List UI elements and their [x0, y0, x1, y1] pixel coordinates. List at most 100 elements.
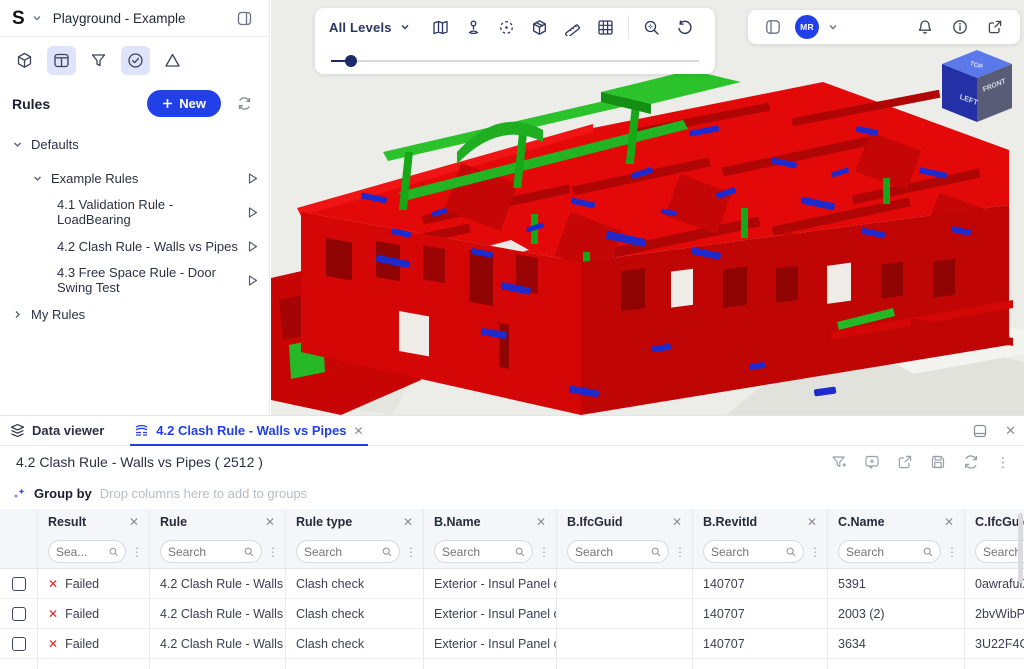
result-title-row: 4.2 Clash Rule - Walls vs Pipes ( 2512 )	[0, 446, 1024, 478]
search-b-ifcguid-input[interactable]	[575, 545, 647, 559]
run-rule-icon[interactable]	[246, 274, 259, 287]
column-menu-icon[interactable]: ⋮	[131, 546, 143, 558]
column-menu-icon[interactable]: ⋮	[405, 546, 417, 558]
select-all-cell	[0, 509, 38, 535]
column-menu-icon[interactable]: ⋮	[538, 546, 550, 558]
run-rule-icon[interactable]	[246, 206, 259, 219]
filter-icon[interactable]	[84, 46, 113, 75]
tree-item-defaults[interactable]: Defaults	[0, 127, 269, 161]
orbit-icon[interactable]	[457, 12, 490, 42]
sidebar-collapse-icon[interactable]	[231, 5, 257, 31]
refresh-results-icon[interactable]	[963, 454, 979, 470]
table-row[interactable]: ✕Failed 4.2 Clash Rule - Walls vs... Cla…	[0, 599, 1024, 629]
panel-toggle-icon[interactable]	[760, 14, 786, 40]
app-logo[interactable]: S	[12, 9, 25, 28]
model-cube-icon[interactable]	[10, 46, 39, 75]
col-result[interactable]: Result✕	[38, 509, 150, 535]
tree-item-example-rules[interactable]: Example Rules	[0, 161, 269, 195]
slider-knob[interactable]	[345, 55, 357, 67]
column-menu-icon[interactable]: ⋮	[946, 546, 958, 558]
column-menu-icon[interactable]: ⋮	[267, 546, 279, 558]
col-c-name[interactable]: C.Name✕	[828, 509, 965, 535]
col-c-ifcguid[interactable]: C.IfcGuid	[965, 509, 1024, 535]
info-icon[interactable]	[947, 14, 973, 40]
chevron-down-icon	[12, 139, 23, 150]
column-menu-icon[interactable]: ⋮	[809, 546, 821, 558]
tree-item-rule-42[interactable]: 4.2 Clash Rule - Walls vs Pipes	[0, 229, 269, 263]
triangle-icon[interactable]	[158, 46, 187, 75]
tab-close-icon[interactable]: ✕	[354, 424, 364, 438]
account-chevron-down-icon[interactable]	[828, 22, 838, 32]
group-by-bar[interactable]: Group by Drop columns here to add to gro…	[0, 478, 1024, 509]
export-icon[interactable]	[897, 454, 913, 470]
col-rule-type[interactable]: Rule type✕	[286, 509, 424, 535]
layers-icon	[10, 423, 25, 438]
navigation-cube[interactable]: LEFT FRONT TOP	[940, 48, 1014, 124]
tree-item-rule-43[interactable]: 4.3 Free Space Rule - Door Swing Test	[0, 263, 269, 297]
remove-column-icon[interactable]: ✕	[265, 515, 275, 529]
section-box-icon[interactable]	[523, 12, 556, 42]
remove-column-icon[interactable]: ✕	[672, 515, 682, 529]
row-checkbox[interactable]	[12, 637, 26, 651]
tree-item-my-rules[interactable]: My Rules	[0, 297, 269, 331]
rules-tree: Defaults Example Rules 4.1 Validation Ru…	[0, 127, 269, 331]
logo-chevron-down-icon[interactable]	[32, 13, 42, 23]
search-b-name-input[interactable]	[442, 545, 511, 559]
column-menu-icon[interactable]: ⋮	[674, 546, 686, 558]
search-b-name-pill[interactable]	[434, 540, 533, 563]
zoom-select-icon[interactable]	[635, 12, 668, 42]
search-b-revitid-pill[interactable]	[703, 540, 804, 563]
search-b-revitid-input[interactable]	[711, 545, 782, 559]
map-icon[interactable]	[424, 12, 457, 42]
row-checkbox[interactable]	[12, 577, 26, 591]
run-rule-icon[interactable]	[246, 240, 259, 253]
search-result-input[interactable]	[56, 545, 105, 559]
grid-scrollbar[interactable]	[1017, 509, 1023, 669]
search-b-ifcguid-pill[interactable]	[567, 540, 669, 563]
search-rule-type-input[interactable]	[304, 545, 378, 559]
share-icon[interactable]	[982, 14, 1008, 40]
search-c-name-input[interactable]	[846, 545, 919, 559]
check-circle-icon[interactable]	[121, 46, 150, 75]
table-row[interactable]: ✕Failed 4.2 Clash Rule - Walls vs... Cla…	[0, 569, 1024, 599]
new-rule-button[interactable]: New	[147, 90, 221, 117]
col-b-ifcguid[interactable]: B.IfcGuid✕	[557, 509, 693, 535]
reset-view-icon[interactable]	[668, 12, 701, 42]
row-checkbox[interactable]	[12, 607, 26, 621]
col-b-revitid[interactable]: B.RevitId✕	[693, 509, 828, 535]
grid-icon[interactable]	[589, 12, 622, 42]
more-options-icon[interactable]: ⋮	[996, 455, 1010, 469]
refresh-rules-icon[interactable]	[231, 91, 257, 117]
search-rule-type-pill[interactable]	[296, 540, 400, 563]
failed-x-icon: ✕	[48, 637, 58, 651]
tab-clash-rule[interactable]: 4.2 Clash Rule - Walls vs Pipes ✕	[130, 416, 367, 445]
remove-column-icon[interactable]: ✕	[536, 515, 546, 529]
filter-add-icon[interactable]	[831, 454, 847, 470]
panel-layout-icon[interactable]	[47, 46, 76, 75]
save-icon[interactable]	[930, 454, 946, 470]
table-row[interactable]	[0, 659, 1024, 669]
search-result-pill[interactable]	[48, 540, 126, 563]
col-rule[interactable]: Rule✕	[150, 509, 286, 535]
comment-add-icon[interactable]	[864, 454, 880, 470]
user-avatar[interactable]: MR	[795, 15, 819, 39]
notifications-bell-icon[interactable]	[912, 14, 938, 40]
remove-column-icon[interactable]: ✕	[403, 515, 413, 529]
remove-column-icon[interactable]: ✕	[944, 515, 954, 529]
explode-slider[interactable]	[331, 54, 699, 68]
run-rule-icon[interactable]	[246, 172, 259, 185]
panel-expand-icon[interactable]	[967, 418, 993, 444]
search-rule-pill[interactable]	[160, 540, 262, 563]
col-b-name[interactable]: B.Name✕	[424, 509, 557, 535]
levels-dropdown[interactable]: All Levels	[329, 20, 410, 35]
tree-item-rule-41[interactable]: 4.1 Validation Rule - LoadBearing	[0, 195, 269, 229]
search-rule-input[interactable]	[168, 545, 240, 559]
focus-icon[interactable]	[490, 12, 523, 42]
search-c-name-pill[interactable]	[838, 540, 941, 563]
sparkle-icon	[12, 487, 26, 501]
panel-close-icon[interactable]: ✕	[1005, 423, 1016, 439]
remove-column-icon[interactable]: ✕	[807, 515, 817, 529]
measure-icon[interactable]	[556, 12, 589, 42]
remove-column-icon[interactable]: ✕	[129, 515, 139, 529]
table-row[interactable]: ✕Failed 4.2 Clash Rule - Walls vs... Cla…	[0, 629, 1024, 659]
